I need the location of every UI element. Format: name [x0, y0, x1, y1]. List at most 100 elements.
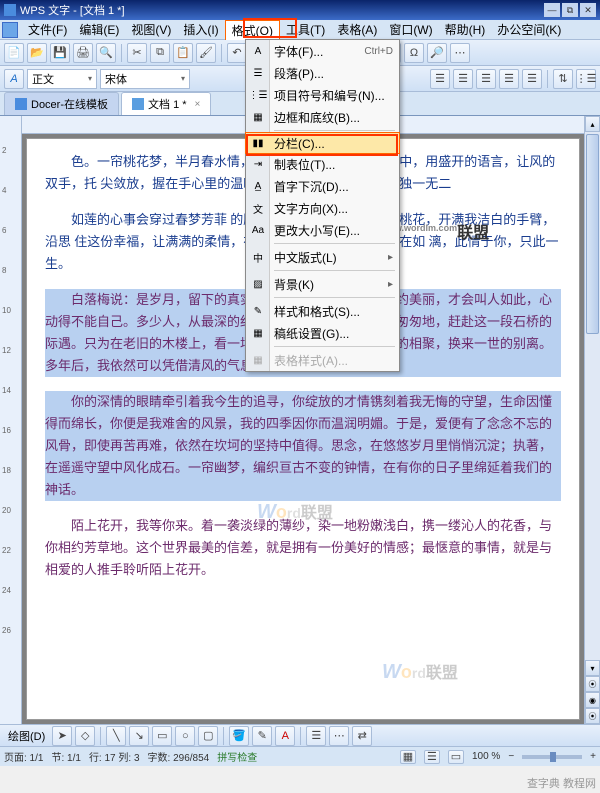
vertical-ruler[interactable]: 2 4 6 8 10 12 14 16 18 20 22 24 26 [0, 116, 22, 724]
menu-item-tabs[interactable]: ⇥制表位(T)... [246, 153, 399, 175]
line-button[interactable]: ╲ [106, 726, 126, 746]
status-char-count: 字数: 296/854 [148, 749, 210, 764]
menu-file[interactable]: 文件(F) [22, 20, 73, 39]
menu-view[interactable]: 视图(V) [125, 20, 177, 39]
textbox-button[interactable]: ▢ [198, 726, 218, 746]
format-painter-button[interactable]: 🖌 [196, 43, 216, 63]
preview-button[interactable]: 🔍 [96, 43, 116, 63]
print-button[interactable]: 🖨 [73, 43, 93, 63]
open-button[interactable]: 📂 [27, 43, 47, 63]
paragraph[interactable]: 陌上花开，我等你来。着一袭淡绿的薄纱，染一地粉嫩浅白，携一缕沁人的花香，与你相约… [45, 515, 561, 581]
menu-insert[interactable]: 插入(I) [177, 20, 224, 39]
restore-button[interactable]: ⧉ [562, 3, 578, 17]
arrow-style-button[interactable]: ⇄ [352, 726, 372, 746]
prev-page-button[interactable]: ⦿ [585, 676, 600, 692]
view-outline-button[interactable]: ☰ [424, 750, 440, 764]
menu-format[interactable]: 格式(O) [225, 20, 280, 40]
next-page-button[interactable]: ⦿ [585, 708, 600, 724]
align-left-button[interactable]: ☰ [430, 69, 450, 89]
menu-bar: 文件(F) 编辑(E) 视图(V) 插入(I) 格式(O) 工具(T) 表格(A… [0, 20, 600, 40]
columns-icon: ▮▮ [250, 135, 266, 151]
menu-window[interactable]: 窗口(W) [383, 20, 438, 39]
style-panel-button[interactable]: A [4, 69, 24, 89]
dropcap-icon: A̲ [250, 178, 266, 194]
line-spacing-button[interactable]: ⇅ [553, 69, 573, 89]
menu-item-paragraph[interactable]: ☰段落(P)... [246, 62, 399, 84]
menu-help[interactable]: 帮助(H) [439, 20, 492, 39]
fill-color-button[interactable]: 🪣 [229, 726, 249, 746]
menu-item-text-direction[interactable]: 文文字方向(X)... [246, 197, 399, 219]
draw-menu-label[interactable]: 绘图(D) [4, 728, 49, 744]
close-button[interactable]: ✕ [580, 3, 596, 17]
align-distribute-button[interactable]: ☰ [522, 69, 542, 89]
symbol-button[interactable]: Ω [404, 43, 424, 63]
line-style-button[interactable]: ☰ [306, 726, 326, 746]
paste-button[interactable]: 📋 [173, 43, 193, 63]
bullets-button[interactable]: ⋮☰ [576, 69, 596, 89]
menu-item-font[interactable]: A字体(F)...Ctrl+D [246, 40, 399, 62]
font-select[interactable]: 宋体▾ [100, 69, 190, 89]
select-arrow-button[interactable]: ➤ [52, 726, 72, 746]
view-print-layout-button[interactable]: ▦ [400, 750, 416, 764]
menu-item-background[interactable]: ▨背景(K)▸ [246, 273, 399, 295]
options-button[interactable]: ⋯ [450, 43, 470, 63]
menu-tools[interactable]: 工具(T) [280, 20, 331, 39]
style-select[interactable]: 正文▾ [27, 69, 97, 89]
case-icon: Aa [250, 222, 266, 238]
zoom-value[interactable]: 100 % [472, 751, 500, 762]
tab-close-icon[interactable]: × [195, 99, 201, 110]
browse-object-button[interactable]: ◉ [585, 692, 600, 708]
system-menu-icon[interactable] [2, 22, 18, 38]
cut-button[interactable]: ✂ [127, 43, 147, 63]
vertical-scrollbar[interactable]: ▴ ▾ ⦿ ◉ ⦿ [584, 116, 600, 724]
font-icon: A [250, 43, 266, 59]
scroll-up-button[interactable]: ▴ [585, 116, 600, 132]
menu-item-dropcap[interactable]: A̲首字下沉(D)... [246, 175, 399, 197]
align-right-button[interactable]: ☰ [476, 69, 496, 89]
menu-item-manuscript[interactable]: ▦稿纸设置(G)... [246, 322, 399, 344]
oval-button[interactable]: ○ [175, 726, 195, 746]
border-icon: ▦ [250, 109, 266, 125]
menu-item-table-style: ▦表格样式(A)... [246, 349, 399, 371]
format-menu-dropdown: A字体(F)...Ctrl+D ☰段落(P)... ⋮☰项目符号和编号(N)..… [245, 39, 400, 372]
menu-item-styles[interactable]: ✎样式和格式(S)... [246, 300, 399, 322]
autoshapes-button[interactable]: ◇ [75, 726, 95, 746]
tab-document-1[interactable]: 文档 1 * × [121, 92, 211, 115]
tab-label: Docer-在线模板 [31, 96, 108, 112]
menu-table[interactable]: 表格(A) [331, 20, 383, 39]
scroll-thumb[interactable] [586, 134, 599, 334]
background-icon: ▨ [250, 276, 266, 292]
status-spellcheck[interactable]: 拼写检查 [217, 749, 257, 764]
align-justify-button[interactable]: ☰ [499, 69, 519, 89]
chinese-icon: 中 [250, 249, 266, 265]
scroll-down-button[interactable]: ▾ [585, 660, 600, 676]
menu-office-space[interactable]: 办公空间(K) [491, 20, 567, 39]
view-web-button[interactable]: ▭ [448, 750, 464, 764]
status-page: 页面: 1/1 [4, 749, 43, 764]
list-icon: ⋮☰ [250, 87, 266, 103]
tab-docer[interactable]: Docer-在线模板 [4, 92, 119, 115]
menu-item-change-case[interactable]: Aa更改大小写(E)... [246, 219, 399, 241]
align-center-button[interactable]: ☰ [453, 69, 473, 89]
zoom-in-button[interactable]: + [590, 751, 596, 762]
new-button[interactable]: 📄 [4, 43, 24, 63]
menu-item-bullets[interactable]: ⋮☰项目符号和编号(N)... [246, 84, 399, 106]
line-color-button[interactable]: ✎ [252, 726, 272, 746]
undo-button[interactable]: ↶ [227, 43, 247, 63]
find-button[interactable]: 🔎 [427, 43, 447, 63]
font-color-button[interactable]: A [275, 726, 295, 746]
rectangle-button[interactable]: ▭ [152, 726, 172, 746]
paragraph-selected[interactable]: 你的深情的眼睛牵引着我今生的追寻，你绽放的才情镌刻着我无悔的守望，生命因懂得而绵… [45, 391, 561, 501]
save-button[interactable]: 💾 [50, 43, 70, 63]
copy-button[interactable]: ⧉ [150, 43, 170, 63]
menu-item-columns[interactable]: ▮▮分栏(C)... [245, 132, 400, 154]
arrow-button[interactable]: ↘ [129, 726, 149, 746]
menu-item-borders[interactable]: ▦边框和底纹(B)... [246, 106, 399, 128]
dash-style-button[interactable]: ⋯ [329, 726, 349, 746]
menu-item-chinese-layout[interactable]: 中中文版式(L)▸ [246, 246, 399, 268]
menu-edit[interactable]: 编辑(E) [73, 20, 125, 39]
zoom-out-button[interactable]: − [508, 751, 514, 762]
minimize-button[interactable]: — [544, 3, 560, 17]
site-watermark: 查字典 教程网 [527, 775, 596, 791]
zoom-slider[interactable] [522, 755, 582, 759]
